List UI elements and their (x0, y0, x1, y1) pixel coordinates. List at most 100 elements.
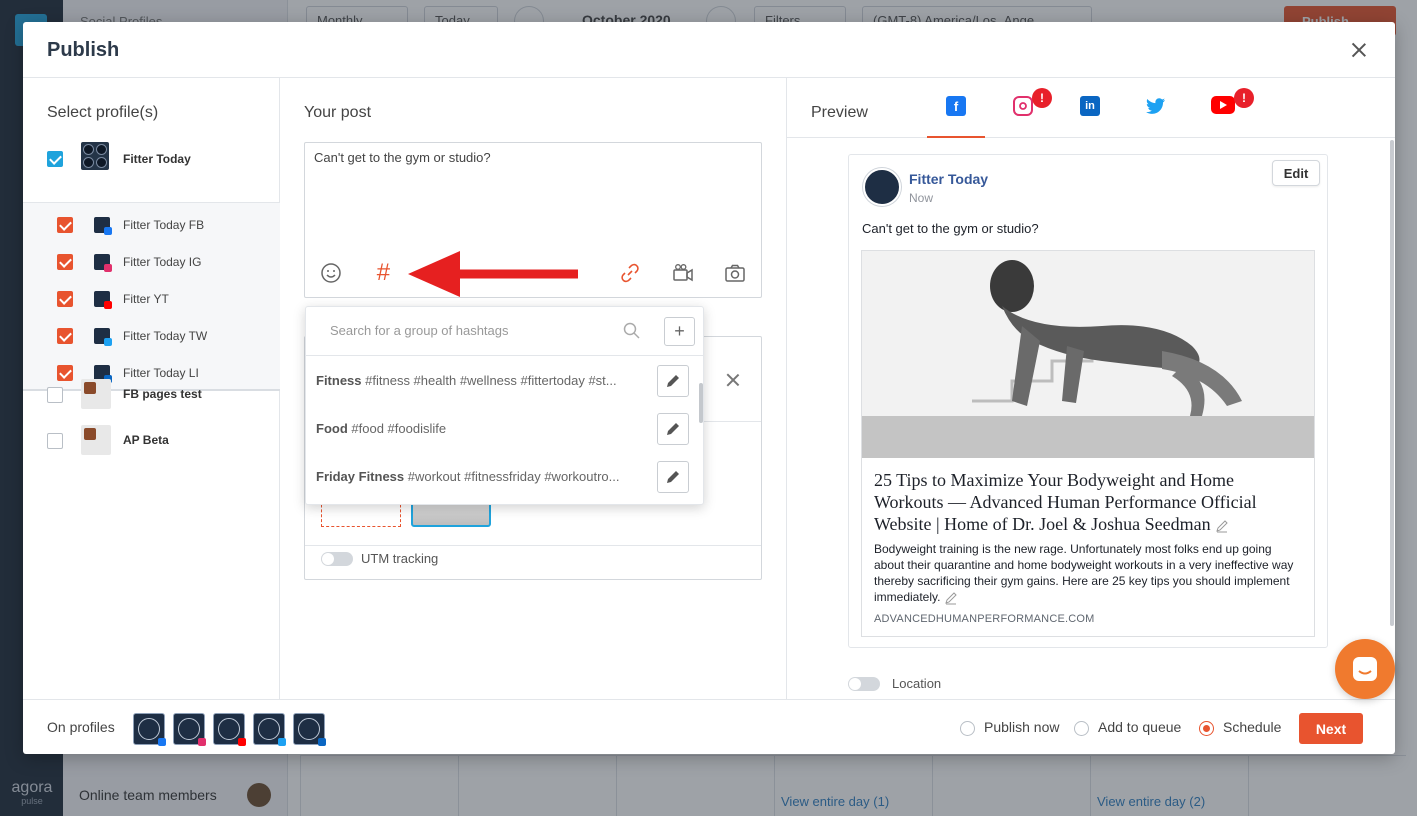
tab-linkedin[interactable]: in (1061, 96, 1119, 138)
publish-now-radio[interactable] (960, 721, 975, 736)
instagram-profile-avatar (94, 254, 112, 272)
camera-icon[interactable] (723, 261, 747, 285)
profile-name: Fitter Today TW (123, 329, 208, 343)
alert-badge: ! (1032, 88, 1052, 108)
profile-item-fitter-yt[interactable]: Fitter YT (23, 281, 280, 318)
hashtag-icon[interactable]: # (371, 259, 395, 286)
select-profiles-heading: Select profile(s) (47, 104, 159, 121)
search-icon (622, 321, 642, 341)
selected-profile-twitter-avatar (253, 713, 286, 746)
profile-checkbox[interactable] (57, 217, 73, 233)
location-label: Location (892, 676, 942, 691)
profile-checkbox[interactable] (47, 151, 63, 167)
emoji-icon[interactable] (319, 261, 343, 285)
profile-checkbox[interactable] (57, 254, 73, 270)
profile-group-fb-pages-test[interactable]: FB pages test (23, 371, 280, 417)
remove-link-icon[interactable] (725, 372, 741, 388)
link-preview-image (862, 251, 1314, 458)
profile-checkbox[interactable] (47, 433, 63, 449)
edit-preview-button[interactable]: Edit (1272, 160, 1320, 186)
tab-instagram[interactable]: ! (994, 88, 1052, 138)
alert-badge: ! (1234, 88, 1254, 108)
divider (306, 355, 703, 356)
page-avatar (863, 168, 901, 206)
hashtag-group-tags: #fitness #health #wellness #fittertoday … (365, 373, 617, 388)
add-hashtag-group-button[interactable]: + (664, 317, 695, 346)
facebook-icon: f (946, 96, 966, 116)
link-description: Bodyweight training is the new rage. Unf… (874, 541, 1304, 605)
hashtag-group-name: Food (316, 421, 348, 436)
edit-hashtag-group-button[interactable] (657, 461, 689, 493)
post-preview: Preview f ! in ! Fitter Today Now Edit C… (787, 78, 1395, 699)
profile-item-fitter-today-fb[interactable]: Fitter Today FB (23, 207, 280, 244)
twitter-profile-avatar (94, 328, 112, 346)
profile-group-avatar (81, 379, 111, 409)
hashtag-group-name: Fitness (316, 373, 362, 388)
profile-selector: Select profile(s) Fitter Today Fitter To… (23, 78, 280, 699)
link-preview: 25 Tips to Maximize Your Bodyweight and … (861, 250, 1315, 637)
hashtag-group-item[interactable]: Friday Fitness #workout #fitnessfriday #… (316, 469, 656, 493)
utm-tracking-row: UTM tracking (305, 545, 761, 579)
publish-modal: Publish Select profile(s) Fitter Today F… (23, 22, 1395, 754)
profile-name: Fitter Today IG (123, 255, 202, 269)
preview-network-tabs: Preview f ! in ! (787, 78, 1395, 138)
edit-hashtag-group-button[interactable] (657, 365, 689, 397)
preview-heading: Preview (811, 104, 868, 121)
profile-checkbox[interactable] (47, 387, 63, 403)
hashtag-group-item[interactable]: Fitness #fitness #health #wellness #fitt… (316, 373, 656, 397)
your-post-heading: Your post (304, 104, 372, 121)
preview-scrollbar[interactable] (1390, 140, 1394, 626)
pencil-icon (667, 423, 679, 435)
profile-name: AP Beta (123, 433, 169, 447)
add-to-queue-label[interactable]: Add to queue (1098, 719, 1181, 735)
modal-header: Publish (23, 22, 1395, 78)
selected-profile-youtube-avatar (213, 713, 246, 746)
profile-checkbox[interactable] (57, 291, 73, 307)
facebook-profile-avatar (94, 217, 112, 235)
profile-group-fitter-today[interactable]: Fitter Today (23, 134, 280, 180)
location-toggle[interactable] (848, 677, 880, 691)
hashtag-group-dropdown: Search for a group of hashtags + Fitness… (305, 306, 704, 505)
selected-profile-linkedin-avatar (293, 713, 326, 746)
profile-item-fitter-today-tw[interactable]: Fitter Today TW (23, 318, 280, 355)
pencil-icon (667, 471, 679, 483)
close-icon[interactable] (1347, 38, 1371, 62)
link-icon[interactable] (618, 261, 642, 285)
profile-group-avatar (81, 425, 111, 455)
pencil-icon (667, 375, 679, 387)
chat-support-button[interactable] (1335, 639, 1395, 699)
next-button[interactable]: Next (1299, 713, 1363, 744)
hashtag-search-input[interactable]: Search for a group of hashtags (330, 323, 630, 343)
selected-profile-instagram-avatar (173, 713, 206, 746)
link-title: 25 Tips to Maximize Your Bodyweight and … (874, 469, 1304, 535)
add-to-queue-radio[interactable] (1074, 721, 1089, 736)
edit-description-icon[interactable] (944, 591, 958, 605)
profile-name: FB pages test (123, 387, 202, 401)
youtube-icon (1211, 96, 1235, 114)
link-description-text: Bodyweight training is the new rage. Unf… (874, 542, 1294, 604)
selected-profile-facebook-avatar (133, 713, 166, 746)
twitter-icon (1146, 96, 1166, 116)
post-time: Now (909, 191, 934, 205)
modal-footer: On profiles Publish now Add to queue Sch… (23, 699, 1395, 754)
schedule-radio[interactable] (1199, 721, 1214, 736)
video-icon[interactable] (671, 261, 695, 285)
chat-icon (1353, 657, 1377, 681)
edit-hashtag-group-button[interactable] (657, 413, 689, 445)
publish-now-label[interactable]: Publish now (984, 719, 1060, 735)
profile-checkbox[interactable] (57, 328, 73, 344)
profile-group-ap-beta[interactable]: AP Beta (23, 417, 280, 463)
youtube-profile-avatar (94, 291, 112, 309)
tab-facebook[interactable]: f (927, 96, 985, 138)
link-domain: ADVANCEDHUMANPERFORMANCE.COM (874, 613, 1095, 625)
tab-twitter[interactable] (1127, 96, 1185, 138)
hashtag-group-item[interactable]: Food #food #foodislife (316, 421, 656, 445)
profile-item-fitter-today-ig[interactable]: Fitter Today IG (23, 244, 280, 281)
post-text[interactable]: Can't get to the gym or studio? (314, 150, 491, 165)
facebook-post-preview: Fitter Today Now Edit Can't get to the g… (848, 154, 1328, 648)
dropdown-scrollbar[interactable] (699, 383, 703, 423)
schedule-label[interactable]: Schedule (1223, 719, 1281, 735)
utm-tracking-toggle[interactable] (321, 552, 353, 566)
edit-title-icon[interactable] (1215, 519, 1229, 533)
tab-youtube[interactable]: ! (1194, 88, 1254, 138)
